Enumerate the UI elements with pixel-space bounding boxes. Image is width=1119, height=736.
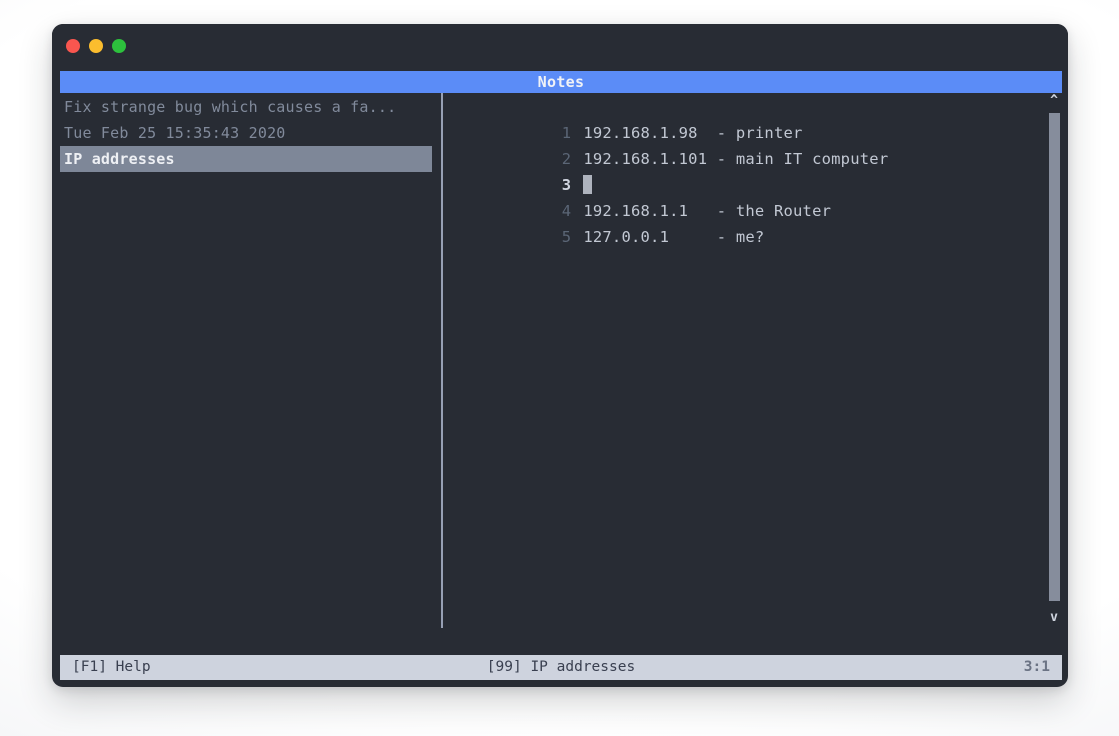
app-container: Notes Fix strange bug which causes a fa.… (60, 71, 1062, 680)
panel-divider (441, 93, 443, 628)
line-number: 5 (561, 228, 572, 246)
app-body: Fix strange bug which causes a fa... Tue… (60, 93, 1062, 659)
scrollbar-thumb[interactable] (1049, 113, 1060, 601)
list-item[interactable]: Fix strange bug which causes a fa... (60, 94, 440, 120)
cursor-position: 3:1 (1023, 659, 1050, 675)
traffic-lights (66, 39, 126, 53)
line-text: 127.0.0.1 - me? (583, 228, 765, 246)
status-document-name: [99] IP addresses (486, 659, 636, 675)
scroll-up-arrow-icon[interactable]: ^ (1046, 93, 1062, 109)
maximize-window-button[interactable] (112, 39, 126, 53)
line-number: 1 (561, 124, 572, 142)
editor-line[interactable]: 1 192.168.1.98 - printer (452, 94, 1042, 142)
list-item-selected[interactable]: IP addresses (60, 146, 432, 172)
notes-list-panel[interactable]: Fix strange bug which causes a fa... Tue… (60, 93, 440, 659)
line-text: 192.168.1.101 - main IT computer (583, 150, 889, 168)
line-text: 192.168.1.1 - the Router (583, 202, 832, 220)
note-editor[interactable]: 1 192.168.1.98 - printer 2 192.168.1.101 -… (452, 93, 1042, 659)
line-number: 2 (561, 150, 572, 168)
window-titlebar[interactable] (52, 24, 1068, 71)
list-item[interactable]: Tue Feb 25 15:35:43 2020 (60, 120, 440, 146)
line-number: 3 (561, 176, 572, 194)
scroll-down-arrow-icon[interactable]: v (1046, 610, 1062, 626)
help-hint[interactable]: [F1] Help (72, 655, 151, 680)
minimize-window-button[interactable] (89, 39, 103, 53)
line-text: 192.168.1.98 - printer (583, 124, 803, 142)
notes-window: Notes Fix strange bug which causes a fa.… (52, 24, 1068, 687)
app-title-bar: Notes (60, 71, 1062, 93)
close-window-button[interactable] (66, 39, 80, 53)
line-number: 4 (561, 202, 572, 220)
text-cursor (583, 175, 593, 194)
status-bar: [99] IP addresses [F1] Help 3:1 (60, 655, 1062, 680)
editor-scrollbar[interactable]: ^ v (1046, 93, 1062, 658)
